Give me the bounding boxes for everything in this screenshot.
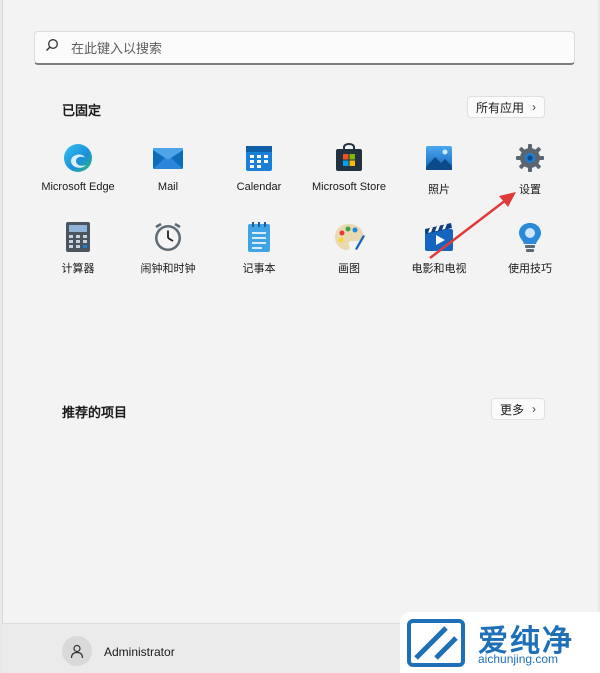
- store-icon: [332, 141, 366, 175]
- settings-gear-icon: [513, 141, 547, 175]
- photos-icon: [422, 141, 456, 175]
- edge-icon: [61, 141, 95, 175]
- app-label: 计算器: [61, 263, 95, 275]
- pinned-title: 已固定: [62, 103, 102, 118]
- app-label: Microsoft Store: [312, 181, 386, 193]
- all-apps-label: 所有应用: [476, 100, 525, 115]
- search-box[interactable]: 在此键入以搜索: [34, 31, 575, 65]
- app-photos[interactable]: 照片: [394, 141, 484, 211]
- search-icon: [45, 38, 59, 57]
- app-calendar[interactable]: Calendar: [214, 141, 304, 211]
- app-label: 画图: [338, 263, 360, 275]
- calendar-icon: [242, 141, 276, 175]
- paint-palette-icon: [332, 220, 366, 254]
- app-label: 记事本: [242, 263, 276, 275]
- tips-lightbulb-icon: [513, 220, 547, 254]
- more-label: 更多: [500, 402, 525, 417]
- app-label: 闹钟和时钟: [140, 263, 196, 275]
- chevron-right-icon: ›: [532, 100, 537, 114]
- app-label: 设置: [519, 184, 541, 196]
- recommended-title: 推荐的项目: [62, 405, 128, 420]
- user-name[interactable]: Administrator: [104, 645, 175, 659]
- app-settings[interactable]: 设置: [485, 141, 575, 211]
- mail-icon: [151, 141, 185, 175]
- watermark: 爱纯净 aichunjing.com: [400, 612, 600, 673]
- more-button[interactable]: 更多 ›: [491, 398, 546, 420]
- watermark-url: aichunjing.com: [478, 652, 559, 666]
- app-label: 电影和电视: [411, 263, 467, 275]
- all-apps-button[interactable]: 所有应用 ›: [467, 96, 546, 118]
- app-label: 照片: [428, 184, 450, 196]
- alarm-clock-icon: [151, 220, 185, 254]
- notepad-icon: [242, 220, 276, 254]
- user-avatar-icon[interactable]: [62, 636, 92, 666]
- search-placeholder: 在此键入以搜索: [71, 41, 163, 56]
- chevron-right-icon: ›: [532, 402, 537, 416]
- app-paint[interactable]: 画图: [304, 220, 394, 290]
- app-notepad[interactable]: 记事本: [214, 220, 304, 290]
- app-label: Calendar: [236, 181, 282, 193]
- calculator-icon: [61, 220, 95, 254]
- app-calculator[interactable]: 计算器: [33, 220, 123, 290]
- app-label: Microsoft Edge: [41, 181, 115, 193]
- app-mail[interactable]: Mail: [123, 141, 213, 211]
- app-alarm-clock[interactable]: 闹钟和时钟: [123, 220, 213, 290]
- app-label: Mail: [157, 181, 179, 193]
- movies-tv-icon: [422, 220, 456, 254]
- app-edge[interactable]: Microsoft Edge: [33, 141, 123, 211]
- app-microsoft-store[interactable]: Microsoft Store: [304, 141, 394, 211]
- watermark-logo-icon: [407, 619, 465, 667]
- app-label: 使用技巧: [508, 263, 552, 275]
- app-tips[interactable]: 使用技巧: [485, 220, 575, 290]
- app-movies-tv[interactable]: 电影和电视: [394, 220, 484, 290]
